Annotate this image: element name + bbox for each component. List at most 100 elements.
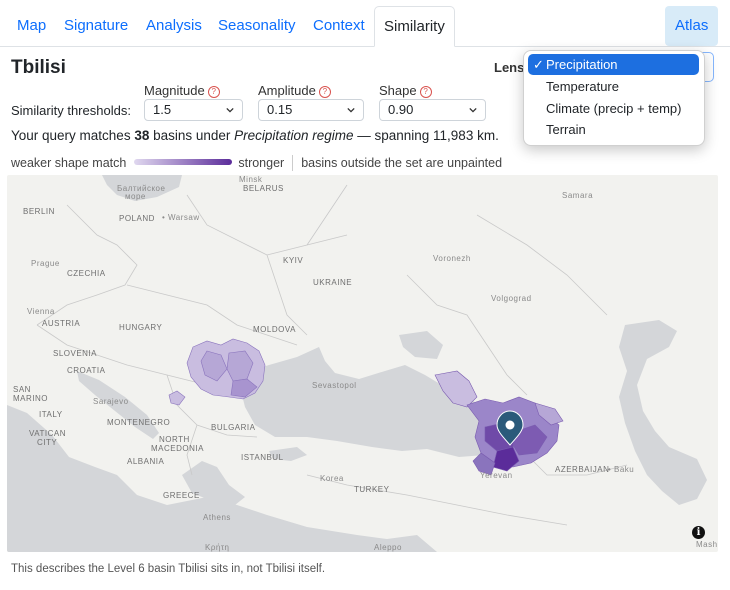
map-label-vienna: Vienna (27, 307, 55, 316)
legend-divider (292, 155, 294, 171)
legend-gradient (134, 159, 233, 165)
match-count: 38 (134, 128, 150, 143)
map-label-kyiv: KYIV (283, 256, 304, 265)
map-label-prague: Prague (31, 259, 60, 268)
help-icon[interactable]: ? (419, 86, 432, 98)
info-icon[interactable]: i (692, 526, 705, 539)
tab-signature[interactable]: Signature (56, 8, 136, 46)
atlas-button[interactable]: Atlas (665, 6, 719, 46)
map-label-austria: AUSTRIA (42, 319, 81, 328)
map-label-croatia: CROATIA (67, 366, 106, 375)
help-icon[interactable]: ? (318, 86, 331, 98)
map-label-turkey: TURKEY (354, 485, 390, 494)
map-label-azerbaijan: AZERBAIJAN (555, 465, 610, 474)
map-label-north-macedonia-2: MACEDONIA (151, 444, 204, 453)
map-label-minsk: Minsk (239, 175, 263, 184)
map-label-czechia: CZECHIA (67, 269, 106, 278)
map-label-korea: Korea (320, 474, 344, 483)
summary-mid: basins under (149, 128, 235, 143)
legend-weak-label: weaker shape match (11, 156, 127, 170)
map-label-vatican-2: CITY (37, 438, 58, 447)
map-label-baltic-2: море (125, 192, 146, 201)
lens-option-climate[interactable]: Climate (precip + temp) (528, 98, 699, 119)
amplitude-header-label: Amplitude (258, 83, 316, 98)
map-label-samara: Samara (562, 191, 594, 200)
map-canvas (7, 175, 707, 552)
tab-analysis[interactable]: Analysis (138, 8, 210, 46)
amplitude-value: 0.15 (267, 102, 293, 117)
map-label-sarajevo: Sarajevo (93, 397, 129, 406)
amplitude-header: Amplitude? (258, 83, 331, 98)
caspian-sea (619, 320, 707, 505)
lens-option-label: Precipitation (546, 57, 618, 72)
map-label-north-macedonia: NORTH (159, 435, 190, 444)
tab-seasonality[interactable]: Seasonality (210, 8, 304, 46)
map-label-sevastopol: Sevastopol (312, 381, 357, 390)
map-label-ukraine: UKRAINE (313, 278, 353, 287)
map-label-crete: Κρήτη (205, 543, 230, 552)
map-label-san-marino-2: MARINO (13, 394, 48, 403)
lens-option-precipitation[interactable]: ✓ Precipitation (528, 54, 699, 75)
map-label-bulgaria: BULGARIA (211, 423, 256, 432)
magnitude-select[interactable]: 1.5 (144, 99, 243, 121)
chevron-down-icon (469, 107, 477, 113)
lens-dropdown-menu: ✓ Precipitation Temperature Climate (pre… (523, 50, 705, 146)
map-label-albania: ALBANIA (127, 457, 165, 466)
map-label-baku: • Baku (608, 465, 635, 474)
summary-prefix: Your query matches (11, 128, 135, 143)
azov-sea (399, 331, 443, 359)
shape-legend: weaker shape match stronger basins outside… (11, 155, 502, 171)
map-label-voronezh: Voronezh (433, 254, 471, 263)
summary-suffix: — spanning 11,983 km. (353, 128, 499, 143)
lens-label: Lens (494, 60, 525, 75)
magnitude-value: 1.5 (153, 102, 172, 117)
map-label-istanbul: ISTANBUL (241, 453, 284, 462)
map-label-berlin: BERLIN (23, 207, 55, 216)
shape-value: 0.90 (388, 102, 414, 117)
map-label-athens: Athens (203, 513, 231, 522)
map-label-montenegro: MONTENEGRO (107, 418, 171, 427)
chevron-down-icon (226, 107, 234, 113)
lens-option-label: Temperature (546, 79, 619, 94)
shape-header-label: Shape (379, 83, 417, 98)
query-summary: Your query matches 38 basins under Preci… (11, 128, 499, 143)
tab-map[interactable]: Map (9, 8, 54, 46)
thresholds-label: Similarity thresholds: (11, 103, 131, 118)
basin-cluster-romania (168, 338, 266, 406)
map-label-belarus: BELARUS (243, 184, 284, 193)
tab-similarity[interactable]: Similarity (374, 6, 455, 47)
map-label-slovenia: SLOVENIA (53, 349, 98, 358)
map-label-warsaw: • Warsaw (162, 213, 200, 222)
shape-select[interactable]: 0.90 (379, 99, 486, 121)
amplitude-select[interactable]: 0.15 (258, 99, 364, 121)
footnote: This describes the Level 6 basin Tbilisi… (11, 563, 326, 575)
lens-option-label: Climate (precip + temp) (546, 101, 682, 116)
map-label-greece: GREECE (163, 491, 200, 500)
map-label-yerevan: Yerevan (480, 471, 513, 480)
magnitude-header-label: Magnitude (144, 83, 205, 98)
map-label-poland: POLAND (119, 214, 155, 223)
lens-option-terrain[interactable]: Terrain (528, 119, 699, 140)
map-label-italy: ITALY (39, 410, 63, 419)
map-label-san-marino: SAN (13, 385, 31, 394)
lens-option-label: Terrain (546, 122, 586, 137)
help-icon[interactable]: ? (207, 86, 220, 98)
tab-bar: Map Signature Analysis Seasonality Conte… (0, 0, 730, 47)
map-label-vatican: VATICAN (29, 429, 66, 438)
map-label-mashhad: Mashh (696, 540, 718, 549)
map-label-aleppo: Aleppo (374, 543, 402, 552)
tab-context[interactable]: Context (305, 8, 373, 46)
map-label-hungary: HUNGARY (119, 323, 163, 332)
regime-name: Precipitation regime (234, 128, 354, 143)
place-title: Tbilisi (11, 57, 66, 78)
lens-option-temperature[interactable]: Temperature (528, 76, 699, 97)
basin-map[interactable]: Балтийское море Minsk BELARUS BERLIN POL… (7, 175, 718, 552)
shape-header: Shape? (379, 83, 432, 98)
legend-note: basins outside the set are unpainted (301, 156, 503, 170)
legend-strong-label: stronger (238, 156, 285, 170)
map-label-volgograd: Volgograd (491, 294, 532, 303)
magnitude-header: Magnitude? (144, 83, 220, 98)
chevron-down-icon (347, 107, 355, 113)
checkmark-icon: ✓ (533, 57, 544, 72)
map-label-moldova: MOLDOVA (253, 325, 296, 334)
